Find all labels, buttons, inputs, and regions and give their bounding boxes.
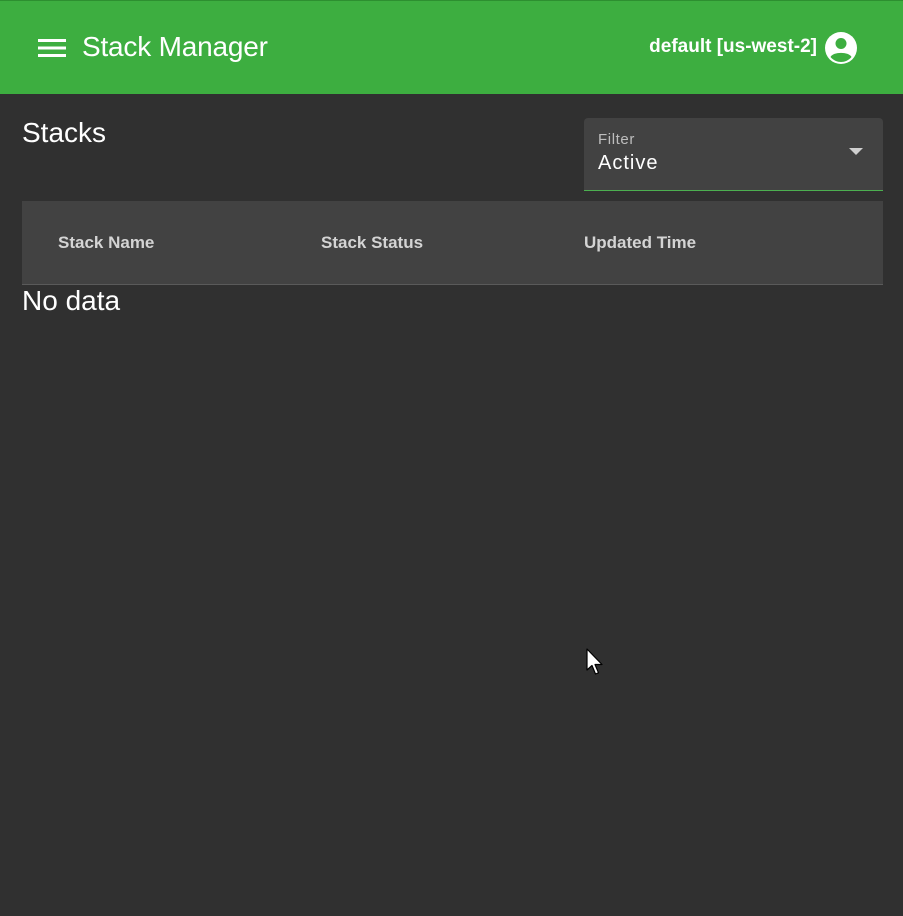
- menu-button[interactable]: [30, 31, 74, 65]
- mouse-pointer-icon: [586, 648, 604, 681]
- profile-region-label: default [us-west-2]: [649, 36, 817, 57]
- filter-label: Filter: [598, 131, 635, 148]
- table-header: Stack Name Stack Status Updated Time: [22, 201, 883, 285]
- filter-value: Active: [598, 152, 659, 174]
- account-circle-icon: [825, 32, 857, 64]
- account-button[interactable]: [822, 29, 860, 67]
- app-bar: Stack Manager default [us-west-2]: [0, 0, 903, 94]
- page-title: Stacks: [22, 117, 107, 148]
- column-header-stack-name[interactable]: Stack Name: [58, 232, 154, 254]
- column-header-stack-status[interactable]: Stack Status: [321, 232, 423, 254]
- filter-select[interactable]: Filter Active: [584, 118, 883, 191]
- hamburger-menu-icon: [38, 39, 66, 57]
- app-title: Stack Manager: [82, 31, 268, 62]
- empty-table-message: No data: [22, 285, 121, 316]
- column-header-updated-time[interactable]: Updated Time: [584, 232, 696, 254]
- dropdown-arrow-icon: [849, 148, 863, 155]
